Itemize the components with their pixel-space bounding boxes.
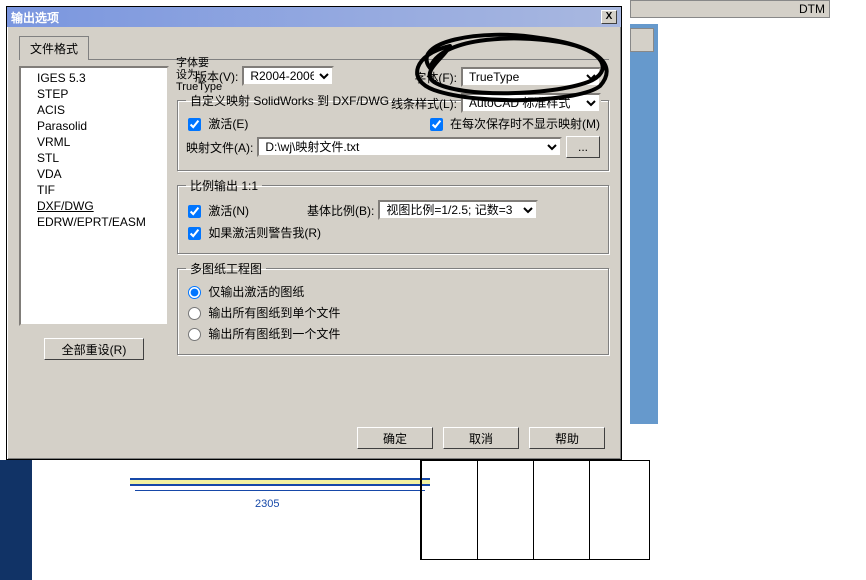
background-left-column xyxy=(0,460,32,580)
close-button[interactable]: X xyxy=(601,10,617,24)
scale-group: 比例输出 1:1 激活(N) 基体比例(B): 视图比例=1/2.5; 记数=3 xyxy=(177,177,609,254)
multi-opt1-radio[interactable]: 仅输出激活的图纸 xyxy=(186,283,304,300)
list-item[interactable]: DXF/DWG xyxy=(23,198,165,214)
linestyle-label: 线条样式(L): xyxy=(385,95,457,112)
font-label: 字体(F): xyxy=(385,69,457,86)
mapping-active-checkbox[interactable]: 激活(E) xyxy=(186,115,248,132)
export-options-dialog: 输出选项 X 文件格式 字体要设为TrueType IGES 5.3 STEP … xyxy=(6,6,622,460)
scale-warn-checkbox[interactable]: 如果激活则警告我(R) xyxy=(186,224,321,241)
multi-opt2-radio[interactable]: 输出所有图纸到单个文件 xyxy=(186,304,340,321)
scale-active-input[interactable] xyxy=(188,205,201,218)
ok-button[interactable]: 确定 xyxy=(357,427,433,449)
background-strip xyxy=(630,24,658,424)
list-item[interactable]: STL xyxy=(23,150,165,166)
multi-opt1-input[interactable] xyxy=(188,286,201,299)
multi-opt2-input[interactable] xyxy=(188,307,201,320)
background-tool-button xyxy=(630,28,654,52)
list-item[interactable]: VDA xyxy=(23,166,165,182)
multi-opt3-input[interactable] xyxy=(188,328,201,341)
multi-sheet-group: 多图纸工程图 仅输出激活的图纸 输出所有图纸到单个文件 xyxy=(177,260,609,355)
background-drawing-track xyxy=(130,478,430,486)
mapping-file-label: 映射文件(A): xyxy=(186,139,253,156)
scale-warn-input[interactable] xyxy=(188,227,201,240)
mapping-file-select[interactable]: D:\wj\映射文件.txt xyxy=(257,137,562,157)
version-select[interactable]: R2004-2006 xyxy=(242,66,334,86)
format-listbox[interactable]: IGES 5.3 STEP ACIS Parasolid VRML STL VD… xyxy=(19,66,169,326)
background-titleblock xyxy=(420,460,650,560)
scale-active-checkbox[interactable]: 激活(N) xyxy=(186,202,249,219)
window-title: 输出选项 xyxy=(11,9,59,26)
list-item[interactable]: Parasolid xyxy=(23,118,165,134)
cancel-button[interactable]: 取消 xyxy=(443,427,519,449)
font-select[interactable]: TrueType xyxy=(461,67,601,87)
mapping-active-input[interactable] xyxy=(188,118,201,131)
list-item[interactable]: IGES 5.3 xyxy=(23,70,165,86)
mapping-suppress-input[interactable] xyxy=(430,118,443,131)
tab-file-format[interactable]: 文件格式 xyxy=(19,36,89,60)
background-dimension-text: 2305 xyxy=(255,498,279,510)
scale-legend: 比例输出 1:1 xyxy=(186,177,262,194)
multi-legend: 多图纸工程图 xyxy=(186,260,266,277)
background-toolbar: DTM xyxy=(630,0,830,18)
help-button[interactable]: 帮助 xyxy=(529,427,605,449)
list-item[interactable]: ACIS xyxy=(23,102,165,118)
multi-opt3-radio[interactable]: 输出所有图纸到一个文件 xyxy=(186,325,340,342)
list-item[interactable]: TIF xyxy=(23,182,165,198)
list-item[interactable]: VRML xyxy=(23,134,165,150)
base-scale-select[interactable]: 视图比例=1/2.5; 记数=3 xyxy=(378,200,538,220)
list-item[interactable]: EDRW/EPRT/EASM xyxy=(23,214,165,230)
linestyle-select[interactable]: AutoCAD 标准样式 xyxy=(461,93,601,113)
reset-all-button[interactable]: 全部重设(R) xyxy=(44,338,144,360)
font-annotation-text: 字体要设为TrueType xyxy=(176,57,212,93)
titlebar[interactable]: 输出选项 X xyxy=(7,7,621,27)
background-dimension-line xyxy=(135,490,425,491)
mapping-legend: 自定义映射 SolidWorks 到 DXF/DWG xyxy=(186,92,393,109)
list-item[interactable]: STEP xyxy=(23,86,165,102)
browse-button[interactable]: ... xyxy=(566,136,600,158)
base-scale-label: 基体比例(B): xyxy=(307,202,374,219)
